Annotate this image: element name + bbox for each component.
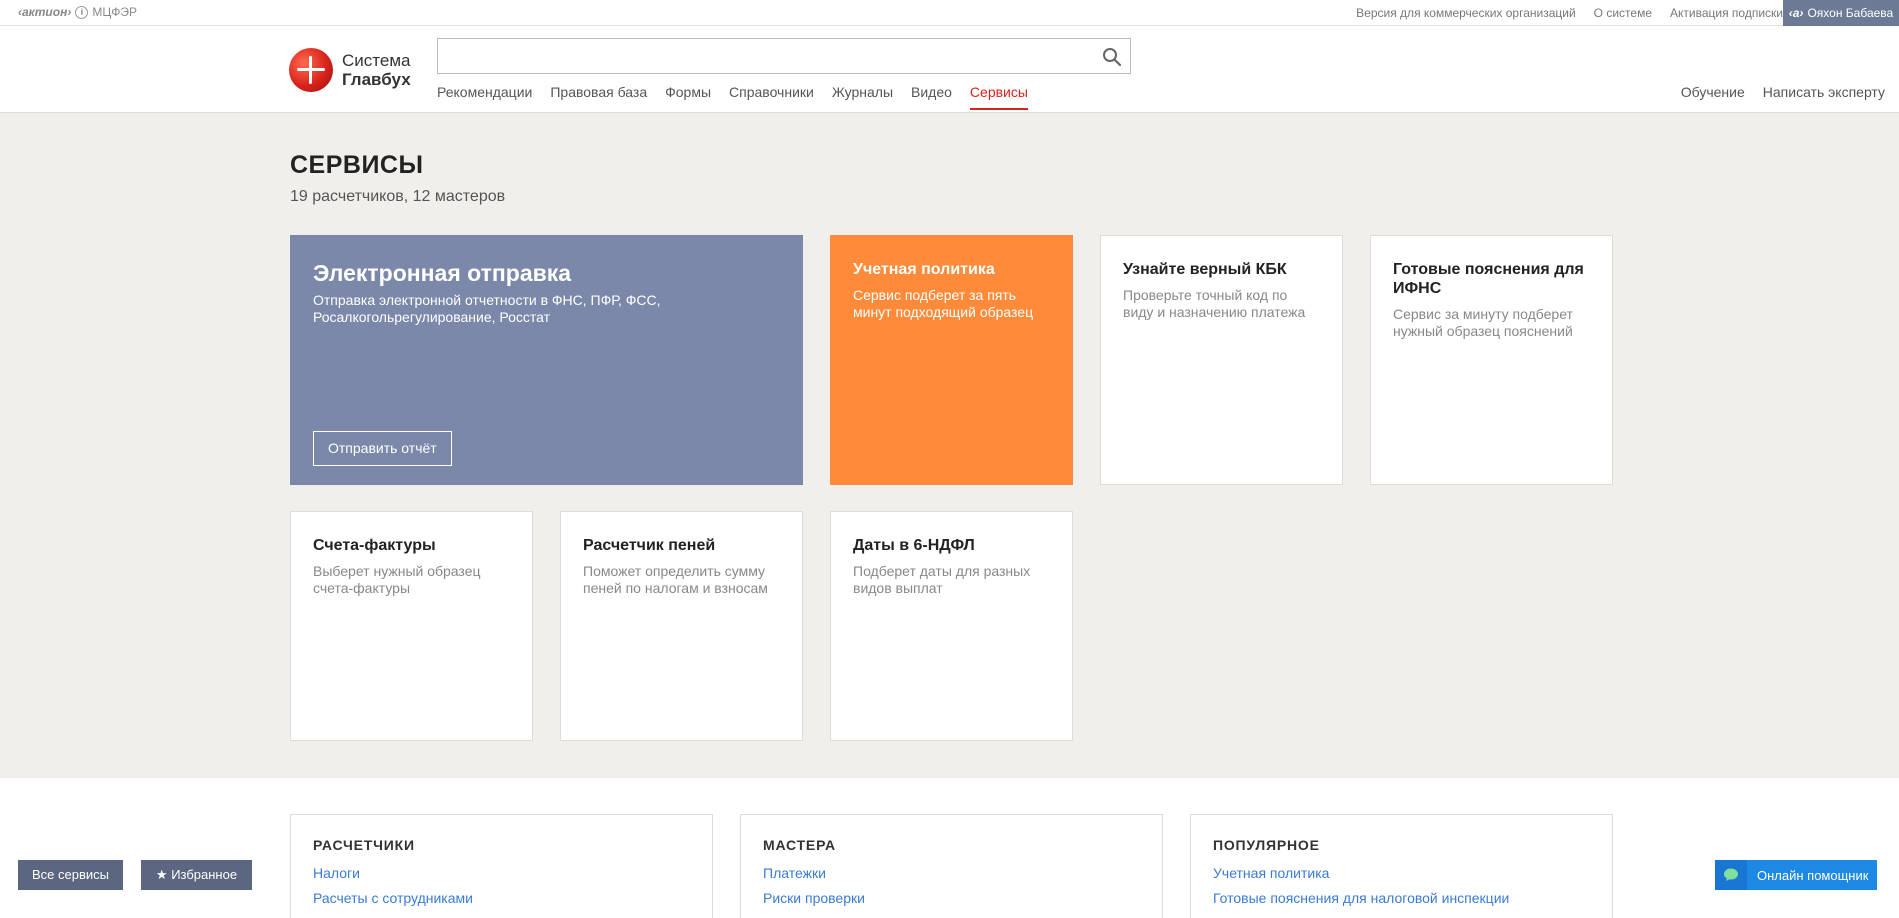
e-submission-card[interactable]: Электронная отправка Отправка электронно… <box>290 235 803 485</box>
link-employee-payments[interactable]: Расчеты с сотрудниками <box>313 890 690 906</box>
accounting-policy-card[interactable]: Учетная политика Сервис подберет за пять… <box>830 235 1073 485</box>
ndfl-dates-card[interactable]: Даты в 6-НДФЛ Подберет даты для разных в… <box>830 511 1073 741</box>
nav-video[interactable]: Видео <box>911 84 952 110</box>
nav-right: Обучение Написать эксперту <box>1681 84 1885 100</box>
favorites-label: Избранное <box>171 867 238 882</box>
card-title: Узнайте верный КБК <box>1123 261 1287 278</box>
card-desc: Отправка электронной отчетности в ФНС, П… <box>313 292 661 325</box>
calculators-column: РАСЧЕТЧИКИ Налоги Расчеты с сотрудниками <box>290 814 713 918</box>
logo-ball-icon <box>289 48 333 92</box>
page-subtitle: 19 расчетчиков, 12 мастеров <box>290 188 506 205</box>
all-services-button[interactable]: Все сервисы <box>18 860 123 890</box>
link-audit-risks[interactable]: Риски проверки <box>763 890 1140 906</box>
column-title: РАСЧЕТЧИКИ <box>313 837 415 853</box>
card-title: Расчетчик пеней <box>583 537 716 554</box>
online-helper-label: Онлайн помощник <box>1757 867 1869 883</box>
search-icon[interactable] <box>1102 47 1122 67</box>
nav-legal-base[interactable]: Правовая база <box>550 84 647 110</box>
online-helper-button[interactable]: Онлайн помощник <box>1715 860 1877 890</box>
card-desc: Сервис подберет за пять минут подходящий… <box>853 287 1034 320</box>
link-accounting-policy[interactable]: Учетная политика <box>1213 865 1590 881</box>
card-title: Учетная политика <box>853 261 995 278</box>
search-box <box>437 38 1131 74</box>
penalty-calculator-card[interactable]: Расчетчик пеней Поможет определить сумму… <box>560 511 803 741</box>
card-title: Даты в 6-НДФЛ <box>853 537 975 554</box>
aktion-brand[interactable]: ‹актион› i МЦФЭР <box>18 5 137 19</box>
nav-ask-expert[interactable]: Написать эксперту <box>1763 84 1885 100</box>
logo-line-1: Система <box>342 51 411 70</box>
masters-column: МАСТЕРА Платежки Риски проверки <box>740 814 1163 918</box>
about-system-link[interactable]: О системе <box>1594 6 1652 20</box>
popular-column: ПОПУЛЯРНОЕ Учетная политика Готовые пояс… <box>1190 814 1613 918</box>
kbk-card[interactable]: Узнайте верный КБК Проверьте точный код … <box>1100 235 1343 485</box>
bottom-section: РАСЧЕТЧИКИ Налоги Расчеты с сотрудниками… <box>0 778 1899 918</box>
mcfer-logo-icon: i <box>75 5 89 19</box>
link-taxes[interactable]: Налоги <box>313 865 690 881</box>
nav-services[interactable]: Сервисы <box>969 84 1028 110</box>
user-name: Ояхон Бабаева <box>1807 6 1894 20</box>
nav-recommendations[interactable]: Рекомендации <box>437 84 532 110</box>
card-desc: Поможет определить сумму пеней по налога… <box>583 563 768 596</box>
user-menu[interactable]: ‹а› Ояхон Бабаева <box>1783 0 1899 26</box>
mcfer-logo-text: МЦФЭР <box>92 5 137 19</box>
card-desc: Выберет нужный образец счета-фактуры <box>313 563 481 596</box>
send-report-button[interactable]: Отправить отчёт <box>313 431 452 466</box>
column-title: ПОПУЛЯРНОЕ <box>1213 837 1320 853</box>
column-title: МАСТЕРА <box>763 837 836 853</box>
page-title: СЕРВИСЫ <box>290 151 424 179</box>
favorites-button[interactable]: ★ Избранное <box>141 860 252 890</box>
star-icon: ★ <box>155 867 168 882</box>
card-desc: Подберет даты для разных видов выплат <box>853 563 1031 596</box>
nav-forms[interactable]: Формы <box>665 84 711 110</box>
logo-text: Система Главбух <box>342 51 411 89</box>
card-title: Счета-фактуры <box>313 537 436 554</box>
top-links: Версия для коммерческих организаций О си… <box>1356 6 1783 20</box>
link-tax-explanations[interactable]: Готовые пояснения для налоговой инспекци… <box>1213 890 1590 906</box>
search-input[interactable] <box>438 39 1078 73</box>
card-desc: Сервис за минуту подберет нужный образец… <box>1393 306 1573 339</box>
nav-references[interactable]: Справочники <box>729 84 814 110</box>
nav-journals[interactable]: Журналы <box>832 84 893 110</box>
card-desc: Проверьте точный код по виду и назначени… <box>1123 287 1306 320</box>
commercial-version-link[interactable]: Версия для коммерческих организаций <box>1356 6 1576 20</box>
logo-line-2: Главбух <box>342 70 411 89</box>
activate-subscription-link[interactable]: Активация подписки <box>1670 6 1783 20</box>
card-title: Электронная отправка <box>313 260 572 286</box>
nav-training[interactable]: Обучение <box>1681 84 1745 100</box>
services-main: СЕРВИСЫ 19 расчетчиков, 12 мастеров Элек… <box>0 113 1899 778</box>
chat-bubble-icon <box>1715 860 1747 890</box>
ifns-explanations-card[interactable]: Готовые пояснения для ИФНС Сервис за мин… <box>1370 235 1613 485</box>
card-title: Готовые пояснения для ИФНС <box>1393 261 1584 297</box>
link-payments[interactable]: Платежки <box>763 865 1140 881</box>
top-strip: ‹актион› i МЦФЭР Версия для коммерческих… <box>0 0 1899 26</box>
aktion-logo-text: ‹актион› <box>18 5 72 19</box>
invoices-card[interactable]: Счета-фактуры Выберет нужный образец сче… <box>290 511 533 741</box>
main-nav: Рекомендации Правовая база Формы Справоч… <box>437 84 1028 110</box>
glavbukh-logo[interactable]: Система Главбух <box>289 48 411 92</box>
header: Система Главбух Рекомендации Правовая ба… <box>0 26 1899 113</box>
user-brand-icon: ‹а› <box>1788 6 1804 20</box>
